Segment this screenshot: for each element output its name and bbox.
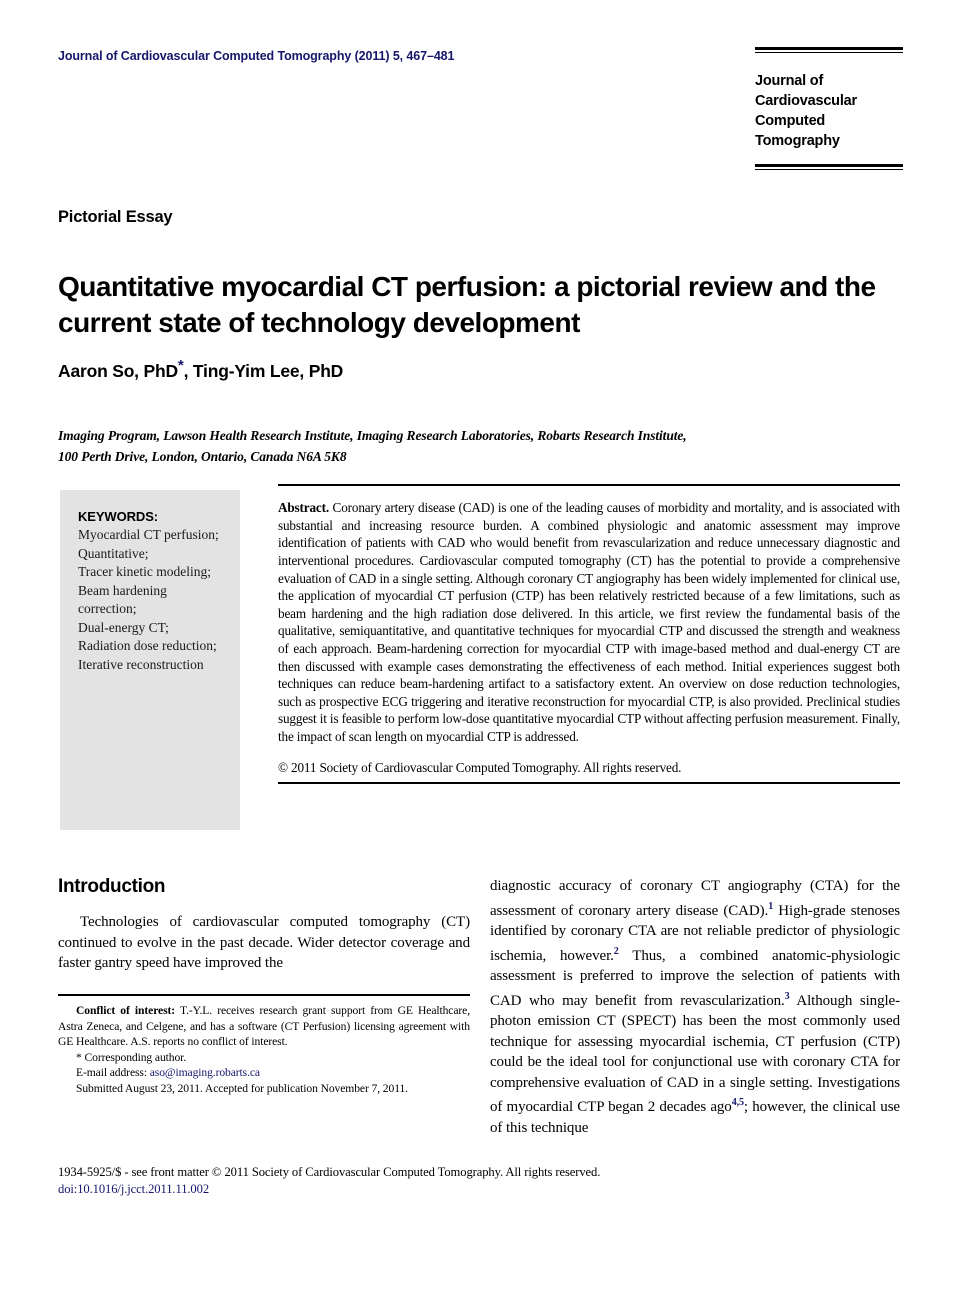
intro-paragraph-left: Technologies of cardiovascular computed …	[58, 914, 470, 971]
affiliation-line-1: Imaging Program, Lawson Health Research …	[58, 428, 687, 443]
keyword-item: Dual-energy CT;	[78, 619, 169, 635]
abstract-label: Abstract.	[278, 500, 330, 516]
abstract-text: Coronary artery disease (CAD) is one of …	[278, 500, 900, 744]
keywords-heading: KEYWORDS:	[78, 509, 158, 524]
footnote-email: E-mail address: aso@imaging.robarts.ca	[58, 1065, 470, 1081]
keyword-item: Beam hardening correction;	[78, 582, 167, 617]
author-primary: Aaron So, PhD	[58, 360, 178, 381]
affiliation-line-2: 100 Perth Drive, London, Ontario, Canada…	[58, 449, 347, 464]
column-right: diagnostic accuracy of coronary CT angio…	[490, 876, 900, 1138]
keyword-item: Tracer kinetic modeling;	[78, 564, 211, 579]
journal-logo: Journal of Cardiovascular Computed Tomog…	[755, 47, 903, 170]
keyword-item: Iterative reconstruction	[78, 656, 204, 672]
footnote-conflict-of-interest: Conflict of interest: T.-Y.L. receives r…	[58, 1003, 470, 1050]
journal-citation: Journal of Cardiovascular Computed Tomog…	[58, 49, 455, 63]
author-secondary: , Ting-Yim Lee, PhD	[183, 360, 344, 381]
footnote-rule	[58, 994, 470, 996]
conflict-label: Conflict of interest:	[76, 1004, 176, 1017]
article-type-label: Pictorial Essay	[58, 208, 173, 226]
footnotes-block: Conflict of interest: T.-Y.L. receives r…	[58, 994, 470, 1097]
logo-line-2: Cardiovascular	[755, 93, 857, 109]
author-list: Aaron So, PhD*, Ting-Yim Lee, PhD	[58, 357, 343, 382]
abstract-body: Abstract. Coronary artery disease (CAD) …	[278, 499, 900, 745]
page-footer: 1934-5925/$ - see front matter © 2011 So…	[58, 1164, 908, 1198]
issn-copyright-line: 1934-5925/$ - see front matter © 2011 So…	[58, 1165, 601, 1179]
keyword-item: Myocardial CT perfusion;	[78, 527, 219, 542]
doi-link[interactable]: doi:10.1016/j.jcct.2011.11.002	[58, 1181, 908, 1198]
article-page: Journal of Cardiovascular Computed Tomog…	[0, 0, 960, 1290]
citation-ref-4-5[interactable]: 4,5	[732, 1097, 744, 1108]
intro-text-part4: Although single-photon emission CT (SPEC…	[490, 992, 900, 1116]
abstract-copyright: © 2011 Society of Cardiovascular Compute…	[278, 759, 682, 775]
column-left: Introduction Technologies of cardiovascu…	[58, 876, 470, 974]
page-title: Quantitative myocardial CT perfusion: a …	[58, 270, 876, 338]
footnote-corresponding-author: * Corresponding author.	[76, 1050, 187, 1064]
keywords-box: KEYWORDS: Myocardial CT perfusion; Quant…	[60, 490, 240, 830]
abstract-rule-bottom	[278, 782, 900, 785]
abstract-section: Abstract. Coronary artery disease (CAD) …	[278, 484, 900, 785]
logo-rule-top	[755, 47, 903, 53]
email-label: E-mail address:	[76, 1066, 147, 1080]
keyword-item: Quantitative;	[78, 545, 149, 561]
abstract-rule-top	[278, 484, 900, 486]
keywords-list: Myocardial CT perfusion; Quantitative; T…	[78, 526, 224, 674]
email-link[interactable]: aso@imaging.robarts.ca	[150, 1066, 260, 1079]
logo-line-3: Computed Tomography	[755, 113, 840, 149]
logo-line-1: Journal of	[755, 73, 824, 89]
section-heading-introduction: Introduction	[58, 876, 166, 897]
intro-paragraph-right: diagnostic accuracy of coronary CT angio…	[490, 876, 900, 1138]
affiliation: Imaging Program, Lawson Health Research …	[58, 425, 878, 467]
logo-rule-bottom	[755, 164, 903, 170]
keyword-item: Radiation dose reduction;	[78, 638, 217, 653]
footnote-submitted-dates: Submitted August 23, 2011. Accepted for …	[76, 1081, 408, 1095]
